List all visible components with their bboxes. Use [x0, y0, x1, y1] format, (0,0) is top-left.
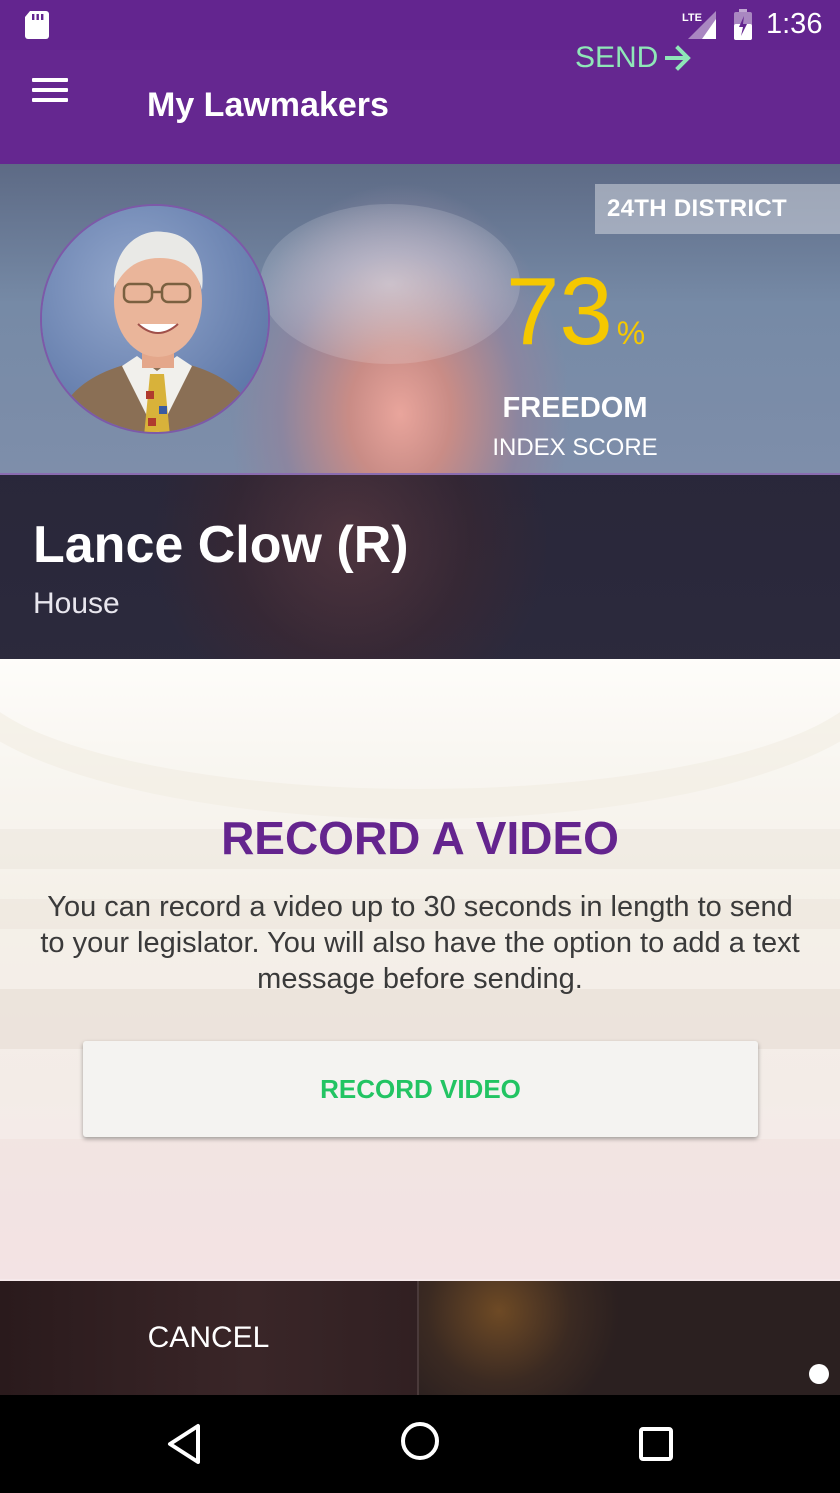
score-unit: %: [616, 315, 646, 351]
score-sublabel: INDEX SCORE: [492, 434, 658, 461]
app-bar: My Lawmakers: [0, 50, 840, 164]
score-value: 73: [506, 258, 613, 365]
status-time: 1:36: [766, 8, 823, 40]
menu-icon[interactable]: [28, 72, 72, 108]
action-bar: CANCEL: [0, 1281, 840, 1395]
send-label: SEND: [575, 41, 659, 74]
freedom-score: 73%: [506, 264, 645, 360]
recents-icon[interactable]: [638, 1426, 674, 1462]
record-video-section: RECORD A VIDEO You can record a video up…: [0, 659, 840, 1281]
home-icon[interactable]: [399, 1420, 441, 1462]
lawmaker-avatar: [40, 204, 270, 434]
battery-icon: [734, 9, 752, 40]
record-video-description: You can record a video up to 30 seconds …: [40, 891, 800, 995]
lawmaker-name: Lance Clow (R): [33, 516, 409, 574]
record-video-title: RECORD A VIDEO: [221, 812, 619, 864]
cancel-button[interactable]: CANCEL: [0, 1281, 417, 1395]
lte-signal-icon: LTE: [682, 11, 716, 39]
back-icon[interactable]: [164, 1422, 204, 1466]
score-label: FREEDOM: [502, 392, 648, 424]
system-nav-bar: [0, 1395, 840, 1493]
sd-card-icon: [25, 11, 49, 39]
lawmaker-name-panel: Lance Clow (R) House: [0, 475, 840, 659]
portrait-image: [42, 206, 268, 432]
lawmaker-hero: 24TH DISTRICT 73% FREEDOM INDEX SCORE: [0, 164, 840, 475]
arrow-right-icon: [665, 45, 691, 71]
lawmaker-chamber: House: [33, 587, 120, 620]
district-badge: 24TH DISTRICT: [595, 184, 840, 234]
status-bar: LTE 1:36: [0, 0, 840, 50]
send-button[interactable]: [419, 1281, 840, 1395]
network-label: LTE: [682, 12, 702, 24]
hero-background: [260, 204, 520, 364]
record-video-button[interactable]: RECORD VIDEO: [83, 1041, 758, 1137]
page-title: My Lawmakers: [147, 86, 389, 124]
dot-indicator: [809, 1364, 829, 1384]
cancel-label: CANCEL: [147, 1321, 270, 1354]
